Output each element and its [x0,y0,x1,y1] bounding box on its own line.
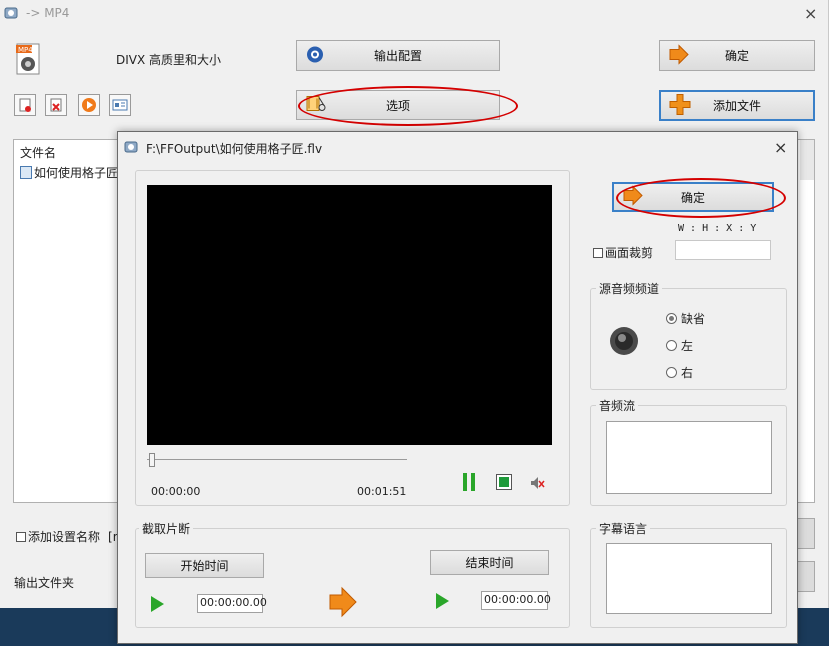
mute-icon[interactable] [529,475,545,491]
video-preview [147,185,552,445]
scrollbar[interactable] [800,140,814,180]
crop-checkbox[interactable]: 画面裁剪 [593,244,653,261]
radio-default[interactable]: 缺省 [666,310,705,327]
output-folder-label: 输出文件夹 [14,576,75,590]
dialog-ok-button[interactable]: 确定 [612,182,774,212]
audio-stream-list[interactable] [606,421,772,494]
end-time-input[interactable]: 00:00:00.00 [481,591,551,610]
add-setting-name-checkbox[interactable]: 添加设置名称 [n [16,528,120,545]
format-label: DIVX 高质里和大小 [116,53,222,67]
seek-track[interactable] [147,459,407,460]
plus-icon [669,93,691,118]
options-button[interactable]: 选项 [296,90,500,120]
arrow-right-icon [668,43,690,67]
pause-icon[interactable] [462,472,476,492]
clip-title: 截取片断 [139,520,194,537]
radio-right[interactable]: 右 [666,364,693,381]
info-icon[interactable] [109,94,131,116]
delete-icon[interactable] [45,94,67,116]
crop-input[interactable] [675,240,771,260]
gear-icon [305,44,325,67]
svg-text:MP4: MP4 [18,46,33,54]
video-file-icon [20,166,32,179]
play-end-icon[interactable] [436,593,449,609]
play-start-icon[interactable] [151,596,164,612]
mp4-format-icon: MP4 [14,42,44,76]
app-icon [4,6,18,20]
list-item[interactable]: 如何使用格子匠 [20,164,118,181]
clip-dialog: F:\FFOutput\如何使用格子匠.flv × 00:00:00 00:01… [117,131,798,644]
end-time-button[interactable]: 结束时间 [430,550,549,575]
stop-icon[interactable] [496,474,512,490]
dialog-title: F:\FFOutput\如何使用格子匠.flv [146,142,323,156]
audio-stream-title: 音频流 [596,397,639,414]
current-time: 00:00:00 [151,485,201,498]
dialog-app-icon [124,140,138,154]
start-time-input[interactable]: 00:00:00.00 [197,594,267,613]
radio-left[interactable]: 左 [666,337,693,354]
add-file-button[interactable]: 添加文件 [659,90,815,121]
side-button[interactable] [797,518,815,549]
remove-file-icon[interactable] [14,94,36,116]
close-icon[interactable]: × [804,4,817,23]
filelist-header: 文件名 [20,146,57,160]
speaker-icon [608,325,640,357]
subtitle-title: 字幕语言 [596,520,651,537]
arrow-right-icon [622,185,644,209]
output-config-button[interactable]: 输出配置 [296,40,500,71]
close-icon[interactable]: × [774,138,787,157]
total-time: 00:01:51 [357,485,407,498]
audio-channel-title: 源音频频道 [596,280,663,297]
window-title: -> MP4 [26,6,70,20]
ok-button[interactable]: 确定 [659,40,815,71]
start-time-button[interactable]: 开始时间 [145,553,264,578]
seek-handle[interactable] [149,453,155,467]
side-button[interactable] [797,561,815,592]
film-scissors-icon [305,94,327,117]
subtitle-list[interactable] [606,543,772,614]
play-icon[interactable] [78,94,100,116]
crop-dimensions-label: W : H : X : Y [678,223,757,234]
arrow-right-icon [328,586,358,618]
